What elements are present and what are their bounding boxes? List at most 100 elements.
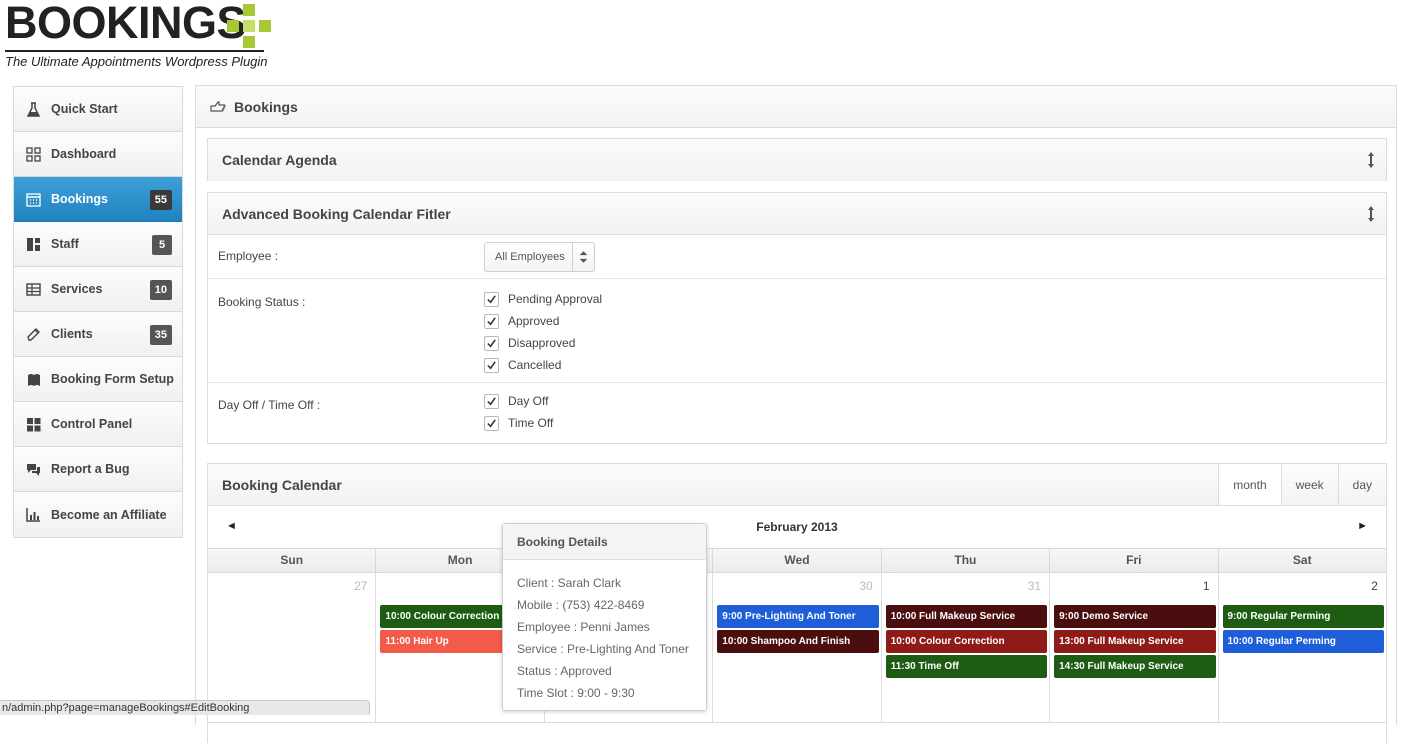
sidebar-item-label: Staff	[51, 237, 79, 251]
status-checkbox-pending-approval[interactable]: Pending Approval	[484, 288, 602, 310]
sidebar-item-control-panel[interactable]: Control Panel	[14, 402, 182, 447]
calendar-agenda-header[interactable]: Calendar Agenda	[208, 139, 1386, 181]
calendar-event[interactable]: 9:00 Regular Perming	[1222, 605, 1384, 628]
view-tab-month[interactable]: month	[1218, 464, 1281, 505]
sidebar-item-booking-form-setup[interactable]: Booking Form Setup	[14, 357, 182, 402]
calendar-event[interactable]: 14:30 Full Makeup Service	[1054, 655, 1216, 678]
calendar-filter-panel: Advanced Booking Calendar Fitler Employe…	[207, 192, 1387, 444]
count-badge: 5	[152, 235, 172, 255]
calendar-event[interactable]: 10:00 Colour Correction	[885, 630, 1048, 653]
calendar-day-cell[interactable]: 31 10:00 Full Makeup Service 10:00 Colour …	[880, 573, 1049, 722]
sidebar-item-staff[interactable]: Staff 5	[14, 222, 182, 267]
sidebar-item-label: Booking Form Setup	[51, 372, 174, 386]
weekday-fri: Fri	[1049, 549, 1217, 572]
dayoff-checkbox-time-off[interactable]: Time Off	[484, 412, 553, 434]
sidebar-item-bookings[interactable]: Bookings 55	[14, 177, 182, 222]
sidebar-item-label: Dashboard	[51, 147, 117, 161]
checkbox[interactable]	[484, 335, 499, 351]
weekday-sun: Sun	[280, 553, 304, 567]
calendar-event[interactable]: 10:00 Full Makeup Service	[885, 605, 1048, 628]
day-events: 9:00 Pre-Lighting And Toner 10:00 Shampoo…	[717, 605, 879, 655]
grid-icon	[25, 146, 41, 162]
calendar-event[interactable]: 13:00 Full Makeup Service	[1054, 630, 1216, 653]
status-checkbox-approved[interactable]: Approved	[484, 310, 602, 332]
calendar-day-cell[interactable]: 2 9:00 Regular Perming 10:00 Regular Permi…	[1217, 573, 1386, 722]
tooltip-detail-line: Service : Pre-Lighting And Toner	[517, 642, 689, 656]
day-events: 10:00 Full Makeup Service 10:00 Colour Co…	[885, 605, 1048, 680]
employee-filter-row: Employee : All Employees	[208, 235, 1386, 279]
calendar-month-title: February 2013	[756, 520, 838, 534]
booking-status-label: Booking Status :	[218, 295, 306, 309]
sidebar-item-quick-start[interactable]: Quick Start	[14, 87, 182, 132]
calendar-event[interactable]: 10:00 Shampoo And Finish	[717, 630, 879, 653]
checkbox-label: Day Off	[508, 394, 549, 408]
sidebar-item-services[interactable]: Services 10	[14, 267, 182, 312]
checkbox[interactable]	[484, 357, 499, 373]
weekday-thu: Thu	[880, 549, 1049, 572]
calendar-day-cell[interactable]: 30 9:00 Pre-Lighting And Toner 10:00 Shamp…	[712, 573, 880, 722]
calendar-event[interactable]: 11:30 Time Off	[885, 655, 1048, 678]
view-tab-week[interactable]: week	[1280, 464, 1338, 505]
weekday-header-row: SunMonTueWedThuFriSat	[208, 548, 1386, 573]
dayoff-checkbox-day-off[interactable]: Day Off	[484, 390, 553, 412]
checkbox[interactable]	[484, 291, 499, 307]
sidebar-item-become-an-affiliate[interactable]: Become an Affiliate	[14, 492, 182, 537]
expand-toggle-icon[interactable]	[1366, 151, 1376, 169]
count-badge: 55	[149, 190, 172, 210]
tooltip-detail-line: Time Slot : 9:00 - 9:30	[517, 686, 635, 700]
employee-select-value: All Employees	[495, 251, 565, 263]
calendar-filter-header[interactable]: Advanced Booking Calendar Fitler	[208, 193, 1386, 235]
checkbox-label: Disapproved	[508, 336, 576, 350]
day-events: 9:00 Regular Perming 10:00 Regular Permin…	[1222, 605, 1384, 655]
count-badge: 10	[149, 280, 172, 300]
sidebar-item-label: Bookings	[51, 192, 108, 206]
checkbox-label: Approved	[508, 314, 560, 328]
checkbox[interactable]	[484, 393, 499, 409]
status-checkbox-cancelled[interactable]: Cancelled	[484, 354, 602, 376]
tooltip-detail-line: Status : Approved	[517, 664, 612, 678]
view-tab-day[interactable]: day	[1337, 464, 1386, 505]
day-number: 1	[1202, 579, 1210, 593]
main-content: Bookings Calendar Agenda Advanced Bookin…	[195, 85, 1397, 743]
sidebar-item-clients[interactable]: Clients 35	[14, 312, 182, 357]
calendar-day-cell[interactable]: 1 9:00 Demo Service 13:00 Full Makeup Serv…	[1049, 573, 1217, 722]
page-title: Bookings	[234, 98, 298, 115]
logo-plus-icon	[227, 4, 271, 48]
main-header: Bookings	[196, 86, 1396, 128]
day-number: 30	[859, 579, 873, 593]
hand-pointer-icon	[210, 100, 226, 112]
weekday-wed: Wed	[712, 549, 880, 572]
tooltip-title: Booking Details	[503, 524, 706, 560]
dayoff-label: Day Off / Time Off :	[218, 398, 321, 412]
day-events: 9:00 Demo Service 13:00 Full Makeup Servi…	[1054, 605, 1216, 680]
sidebar-item-label: Report a Bug	[51, 462, 130, 476]
employee-label: Employee :	[218, 249, 279, 263]
status-checkbox-disapproved[interactable]: Disapproved	[484, 332, 602, 354]
next-month-button[interactable]: ►	[1357, 520, 1368, 532]
logo-tagline: The Ultimate Appointments Wordpress Plug…	[5, 54, 268, 69]
calendar-event[interactable]: 9:00 Demo Service	[1054, 605, 1216, 628]
brand-logo: BOOKINGS The Ultimate Appointments Wordp…	[5, 0, 275, 70]
table-icon	[25, 281, 41, 297]
employee-select[interactable]: All Employees	[484, 242, 595, 272]
booking-calendar-title: Booking Calendar	[222, 476, 342, 493]
calendar-event[interactable]: 9:00 Pre-Lighting And Toner	[717, 605, 879, 628]
sidebar-item-report-a-bug[interactable]: Report a Bug	[14, 447, 182, 492]
calendar-event[interactable]: 10:00 Regular Perming	[1222, 630, 1384, 653]
checkbox[interactable]	[484, 313, 499, 329]
sidebar-item-dashboard[interactable]: Dashboard	[14, 132, 182, 177]
booking-status-row: Booking Status : Pending Approval Approve…	[208, 279, 1386, 383]
booking-calendar-panel: Booking Calendar month week day ◄ February…	[207, 463, 1387, 743]
checkmark-icon	[487, 396, 496, 405]
count-badge: 35	[149, 325, 172, 345]
expand-toggle-icon[interactable]	[1366, 205, 1376, 223]
logo-underline	[5, 50, 264, 52]
checkbox-label: Pending Approval	[508, 292, 603, 306]
book-icon	[25, 371, 41, 387]
tooltip-detail-line: Employee : Penni James	[517, 620, 650, 634]
sidebar-item-label: Control Panel	[51, 417, 133, 431]
checkmark-icon	[487, 418, 496, 427]
checkbox[interactable]	[484, 415, 499, 431]
calendar-nav: ◄ February 2013 ►	[208, 506, 1386, 548]
checkbox-label: Cancelled	[508, 358, 562, 372]
